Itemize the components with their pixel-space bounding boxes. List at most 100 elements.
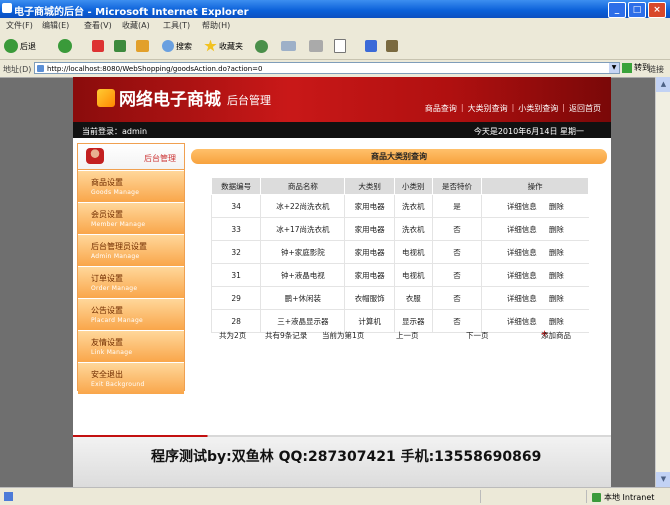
col-name: 商品名称 bbox=[260, 177, 346, 195]
menu-view[interactable]: 查看(V) bbox=[84, 20, 112, 31]
logo-name: 网络电子商城 bbox=[119, 90, 221, 110]
cell-operation: 详细信息 删除 bbox=[481, 240, 589, 264]
detail-link[interactable]: 详细信息 bbox=[507, 271, 537, 280]
refresh-button[interactable] bbox=[114, 38, 126, 54]
sidebar-item-member[interactable]: 会员设置 Member Manage bbox=[78, 202, 184, 234]
address-dropdown-icon[interactable]: ▼ bbox=[609, 63, 619, 73]
nav-big-category-query[interactable]: 大类别查询 bbox=[468, 103, 508, 114]
col-big-category: 大类别 bbox=[344, 177, 395, 195]
menu-file[interactable]: 文件(F) bbox=[6, 20, 33, 31]
close-button[interactable]: × bbox=[648, 2, 666, 18]
window-titlebar: 电子商城的后台 - Microsoft Internet Explorer _ … bbox=[0, 0, 670, 18]
print-button[interactable] bbox=[309, 38, 323, 54]
cell-name: 钟+家庭影院 bbox=[260, 240, 345, 264]
table-row: 33 冰+17尚洗衣机 家用电器 洗衣机否 详细信息 删除 bbox=[210, 217, 589, 241]
maximize-button[interactable]: □ bbox=[628, 2, 646, 18]
delete-link[interactable]: 删除 bbox=[549, 225, 564, 234]
address-label: 地址(D) bbox=[3, 65, 32, 74]
col-special: 是否特价 bbox=[431, 177, 483, 195]
search-icon bbox=[162, 40, 174, 52]
links-button[interactable]: 链接 bbox=[648, 64, 664, 75]
forward-button[interactable] bbox=[58, 38, 72, 54]
favorites-button[interactable]: 收藏夹 bbox=[204, 38, 243, 54]
detail-link[interactable]: 详细信息 bbox=[507, 225, 537, 234]
table-row: 34 冰+22尚洗衣机 家用电器 洗衣机是 详细信息 删除 bbox=[210, 194, 589, 218]
edit-button[interactable] bbox=[334, 38, 346, 54]
col-operation: 操作 bbox=[481, 177, 589, 195]
menu-edit[interactable]: 编辑(E) bbox=[42, 20, 69, 31]
sidebar-item-link[interactable]: 友情设置 Link Manage bbox=[78, 330, 184, 362]
cell-name: 冰+17尚洗衣机 bbox=[260, 217, 345, 241]
sidebar-item-placard[interactable]: 公告设置 Placard Manage bbox=[78, 298, 184, 330]
detail-link[interactable]: 详细信息 bbox=[507, 248, 537, 257]
go-button[interactable]: 转到 bbox=[622, 62, 650, 73]
mail-button[interactable] bbox=[281, 38, 296, 54]
cell-name: 钟+液晶电视 bbox=[260, 263, 345, 287]
address-bar: 地址(D) http://localhost:8080/WebShopping/… bbox=[0, 60, 670, 78]
back-label: 后退 bbox=[20, 41, 36, 51]
nav-goods-query[interactable]: 商品查询 bbox=[425, 103, 457, 114]
menu-favorites[interactable]: 收藏(A) bbox=[122, 20, 150, 31]
cell-special: 是 bbox=[431, 194, 482, 218]
cell-id: 31 bbox=[210, 263, 261, 287]
refresh-icon bbox=[114, 40, 126, 52]
sidebar-item-sublabel: Link Manage bbox=[91, 349, 133, 356]
delete-link[interactable]: 删除 bbox=[549, 317, 564, 326]
media-button[interactable] bbox=[255, 38, 268, 54]
minimize-button[interactable]: _ bbox=[608, 2, 626, 18]
site-footer: 程序测试by:双鱼林 QQ:287307421 手机:13558690869 bbox=[73, 437, 611, 487]
nav-back-home[interactable]: 返回首页 bbox=[569, 103, 601, 114]
menu-help[interactable]: 帮助(H) bbox=[202, 20, 230, 31]
delete-link[interactable]: 删除 bbox=[549, 248, 564, 257]
cell-big-category: 家用电器 bbox=[344, 263, 395, 287]
col-small-category: 小类别 bbox=[393, 177, 433, 195]
detail-link[interactable]: 详细信息 bbox=[507, 317, 537, 326]
add-goods-label: 添加商品 bbox=[541, 331, 571, 340]
cell-big-category: 家用电器 bbox=[344, 240, 395, 264]
add-goods-link[interactable]: 添加商品 bbox=[541, 330, 571, 340]
sidebar-item-exit[interactable]: 安全退出 Exit Background bbox=[78, 362, 184, 394]
cell-special: 否 bbox=[431, 286, 482, 310]
scroll-up-icon[interactable]: ▲ bbox=[656, 77, 670, 92]
sidebar-item-label: 友情设置 bbox=[91, 338, 123, 347]
cell-operation: 详细信息 删除 bbox=[481, 194, 589, 218]
sidebar-item-sublabel: Goods Manage bbox=[91, 189, 140, 196]
current-login: 当前登录：admin bbox=[82, 127, 148, 136]
vertical-scrollbar[interactable]: ▲ ▼ bbox=[655, 77, 670, 487]
stop-button[interactable] bbox=[92, 38, 104, 54]
search-button[interactable]: 搜索 bbox=[162, 38, 192, 54]
delete-link[interactable]: 删除 bbox=[549, 202, 564, 211]
status-divider bbox=[480, 490, 481, 503]
table-row: 32 钟+家庭影院 家用电器 电视机否 详细信息 删除 bbox=[210, 240, 589, 264]
security-zone: 本地 Intranet bbox=[592, 492, 654, 503]
cell-operation: 详细信息 删除 bbox=[481, 217, 589, 241]
nav-separator: | bbox=[511, 103, 515, 112]
delete-link[interactable]: 删除 bbox=[549, 294, 564, 303]
cell-operation: 详细信息 删除 bbox=[481, 286, 589, 310]
home-button[interactable] bbox=[136, 38, 149, 54]
zone-label: 本地 Intranet bbox=[604, 493, 655, 502]
sidebar-item-order[interactable]: 订单设置 Order Manage bbox=[78, 266, 184, 298]
cell-small-category: 洗衣机 bbox=[393, 194, 433, 218]
address-input[interactable]: http://localhost:8080/WebShopping/goodsA… bbox=[34, 62, 620, 74]
scroll-down-icon[interactable]: ▼ bbox=[656, 472, 670, 487]
top-nav: 商品查询 | 大类别查询 | 小类别查询 | 返回首页 bbox=[425, 103, 601, 114]
detail-link[interactable]: 详细信息 bbox=[507, 294, 537, 303]
delete-link[interactable]: 删除 bbox=[549, 271, 564, 280]
sidebar-item-admin[interactable]: 后台管理员设置 Admin Manage bbox=[78, 234, 184, 266]
research-icon bbox=[386, 40, 398, 52]
prev-page-link[interactable]: 上一页 bbox=[396, 330, 419, 341]
nav-small-category-query[interactable]: 小类别查询 bbox=[518, 103, 558, 114]
research-button[interactable] bbox=[386, 38, 398, 54]
cell-small-category: 电视机 bbox=[393, 240, 433, 264]
window-title: 电子商城的后台 - Microsoft Internet Explorer bbox=[14, 7, 249, 18]
sidebar-item-label: 公告设置 bbox=[91, 306, 123, 315]
next-page-link[interactable]: 下一页 bbox=[466, 330, 489, 341]
back-button[interactable]: 后退 bbox=[4, 38, 36, 54]
sidebar-item-goods[interactable]: 商品设置 Goods Manage bbox=[78, 170, 184, 202]
detail-link[interactable]: 详细信息 bbox=[507, 202, 537, 211]
messenger-button[interactable] bbox=[365, 38, 377, 54]
menu-tools[interactable]: 工具(T) bbox=[163, 20, 190, 31]
info-bar: 当前登录：admin 今天是2010年6月14日 星期一 bbox=[73, 122, 611, 138]
sidebar-header: 后台管理 bbox=[78, 144, 184, 170]
